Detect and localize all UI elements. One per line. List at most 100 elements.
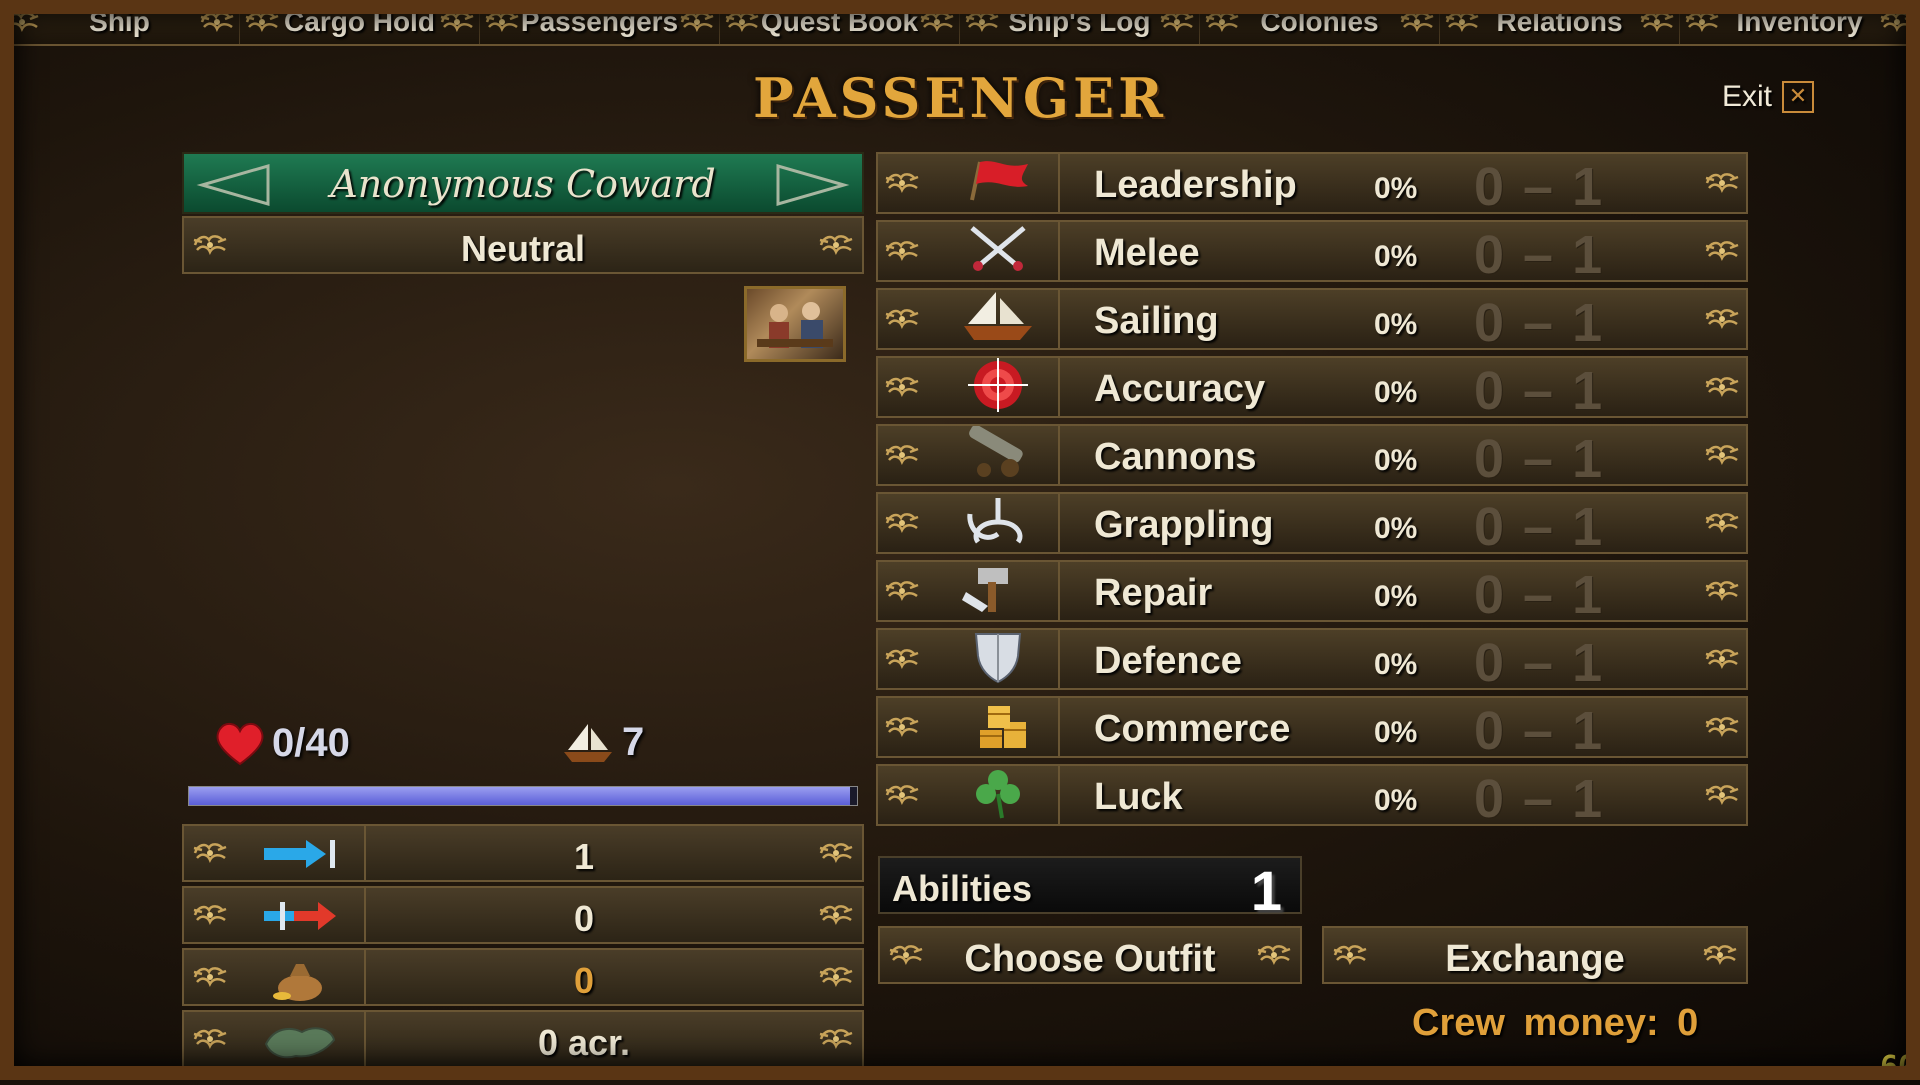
crew-money: Crew money: 0 [1412, 1002, 1699, 1044]
ornament-icon [1444, 9, 1480, 35]
tab-label: Inventory [1736, 6, 1863, 37]
stat-value: 1 [573, 836, 595, 877]
crossed-swords-icon [958, 224, 1038, 279]
choose-outfit-button[interactable]: Choose Outfit [878, 926, 1302, 984]
skill-icon-cell [938, 154, 1060, 212]
character-portrait[interactable] [744, 286, 846, 362]
abilities-count: 1 [1250, 859, 1282, 922]
tab-ship[interactable]: Ship [0, 0, 240, 44]
tab-colonies[interactable]: Colonies [1200, 0, 1440, 44]
exit-label: Exit [1722, 80, 1773, 113]
skill-row-grappling[interactable]: Grappling 0% 0 – 1 [876, 492, 1748, 557]
skill-icon-cell [938, 424, 1060, 485]
skill-name: Repair [1094, 572, 1213, 614]
page-title: PASSENGER [752, 66, 1168, 130]
heart-icon [216, 723, 264, 766]
character-name-selector: Anonymous Coward [182, 152, 864, 214]
skill-name: Grappling [1094, 504, 1274, 546]
tab-inventory[interactable]: Inventory [1680, 0, 1920, 44]
tab-label: Cargo Hold [284, 6, 435, 37]
skill-percent: 0% [1374, 580, 1418, 613]
next-character-arrow-icon[interactable] [772, 162, 852, 208]
hammer-saw-icon [958, 562, 1038, 621]
tab-label: Ship's Log [1008, 6, 1151, 37]
exchange-label: Exchange [1445, 938, 1625, 980]
skill-level-range: 0 – 1 [1474, 769, 1605, 829]
close-icon[interactable]: ✕ [1782, 81, 1815, 113]
abilities-button[interactable]: Abilities 1 [878, 856, 1302, 922]
ornament-icon [1704, 714, 1740, 740]
ornament-icon [192, 902, 228, 928]
tab-relations[interactable]: Relations [1440, 0, 1680, 44]
ornament-icon [4, 9, 40, 35]
skill-percent: 0% [1374, 444, 1418, 477]
skill-name: Luck [1094, 776, 1183, 818]
skill-level-range: 0 – 1 [1474, 701, 1605, 761]
grappling-hook-icon [958, 494, 1038, 553]
skill-icon-cell [938, 630, 1060, 688]
skill-name: Leadership [1094, 164, 1297, 206]
skill-row-melee[interactable]: Melee 0% 0 – 1 [876, 220, 1748, 285]
ornament-icon [884, 170, 920, 196]
stat-row: 0 acr. [182, 1010, 864, 1068]
exchange-button[interactable]: Exchange [1322, 926, 1748, 984]
tab-label: Colonies [1260, 6, 1379, 37]
stat-value: 0 acr. [537, 1022, 631, 1063]
shield-icon [958, 630, 1038, 689]
ornament-icon [818, 232, 854, 258]
land-map-icon [260, 1020, 340, 1069]
gold-coins-icon [958, 698, 1038, 757]
ornament-icon [192, 840, 228, 866]
ornament-icon [1879, 9, 1915, 35]
tab-ship-s-log[interactable]: Ship's Log [960, 0, 1200, 44]
skill-row-luck[interactable]: Luck 0% 0 – 1 [876, 764, 1748, 829]
ornament-icon [1704, 510, 1740, 536]
skill-name: Accuracy [1094, 368, 1266, 410]
exit-button[interactable]: Exit ✕ [1722, 80, 1815, 114]
choose-outfit-label: Choose Outfit [964, 938, 1216, 980]
skill-name: Cannons [1094, 436, 1257, 478]
skill-icon-cell [938, 698, 1060, 756]
ornament-icon [244, 9, 280, 35]
tab-cargo-hold[interactable]: Cargo Hold [240, 0, 480, 44]
ornament-icon [884, 782, 920, 808]
skill-row-sailing[interactable]: Sailing 0% 0 – 1 [876, 288, 1748, 353]
tab-quest-book[interactable]: Quest Book [720, 0, 960, 44]
ornament-icon [818, 964, 854, 990]
tab-passengers[interactable]: Passengers [480, 0, 720, 44]
skill-icon-cell [938, 357, 1060, 416]
health-value: 0/40 [272, 720, 350, 765]
skill-icon-cell [938, 222, 1060, 280]
ornament-icon [884, 714, 920, 740]
skill-row-leadership[interactable]: Leadership 0% 0 – 1 [876, 152, 1748, 217]
skill-row-cannons[interactable]: Cannons 0% 0 – 1 [876, 424, 1748, 489]
alignment-label: Neutral [460, 228, 586, 269]
skill-row-commerce[interactable]: Commerce 0% 0 – 1 [876, 696, 1748, 761]
ornament-icon [1704, 578, 1740, 604]
ornament-icon [1704, 646, 1740, 672]
skill-percent: 0% [1374, 240, 1418, 273]
skill-row-repair[interactable]: Repair 0% 0 – 1 [876, 560, 1748, 625]
skill-level-range: 0 – 1 [1474, 565, 1605, 625]
sailboat-icon [958, 290, 1038, 349]
skill-row-accuracy[interactable]: Accuracy 0% 0 – 1 [876, 356, 1748, 421]
skill-icon-cell [938, 494, 1060, 552]
skill-icon-cell [938, 290, 1060, 348]
ornament-icon [192, 1026, 228, 1052]
skill-row-defence[interactable]: Defence 0% 0 – 1 [876, 628, 1748, 693]
cannon-icon [958, 424, 1038, 485]
money-bag-icon [260, 958, 340, 1007]
ship-icon [564, 723, 612, 762]
ornament-icon [1704, 238, 1740, 264]
skill-percent: 0% [1374, 716, 1418, 749]
ornament-icon [818, 840, 854, 866]
ornament-icon [1639, 9, 1675, 35]
ornament-icon [884, 238, 920, 264]
ornament-icon [964, 9, 1000, 35]
skill-name: Defence [1094, 640, 1242, 682]
stat-row: 0 [182, 948, 864, 1006]
ornament-icon [1704, 782, 1740, 808]
skill-percent: 0% [1374, 308, 1418, 341]
ornament-icon [1684, 9, 1720, 35]
ornament-icon [439, 9, 475, 35]
